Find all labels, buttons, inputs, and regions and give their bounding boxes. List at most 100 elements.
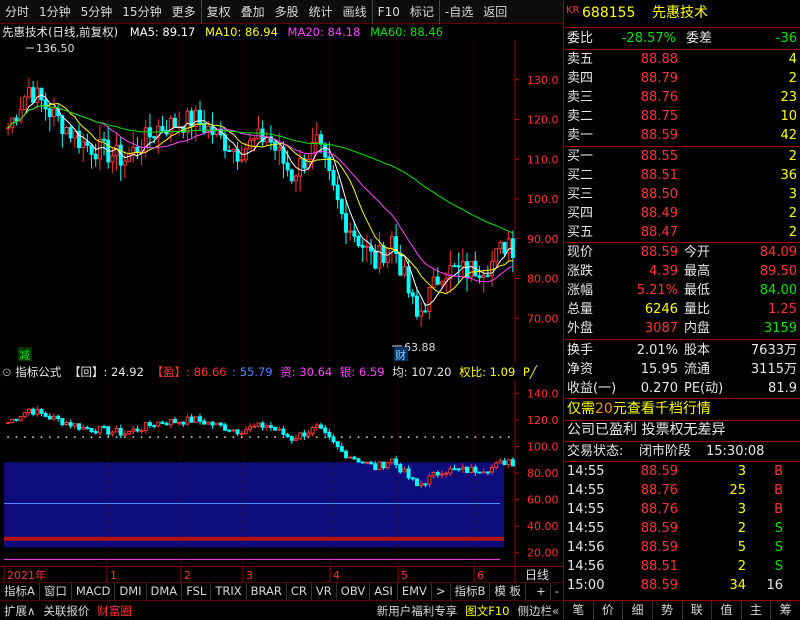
right-tab-2[interactable]: 细 xyxy=(623,601,653,620)
average-dot xyxy=(32,436,35,439)
bid-row[interactable]: 买二 88.51 36 xyxy=(564,166,800,185)
indicator-tab-13[interactable]: > xyxy=(432,583,451,600)
average-dot xyxy=(190,436,193,439)
right-tab-1[interactable]: 价 xyxy=(594,601,624,620)
average-dot xyxy=(466,436,468,439)
indicator-tab-10[interactable]: OBV xyxy=(337,583,371,600)
bid-row[interactable]: 买五 88.47 2 xyxy=(564,223,800,242)
toolbar-item-1[interactable]: 1分钟 xyxy=(34,0,76,24)
indicator-tab-7[interactable]: BRAR xyxy=(247,583,287,600)
collapse-icon[interactable]: ⊙ xyxy=(2,365,12,379)
bottom-right-link-1[interactable]: 图文F10 xyxy=(461,603,513,619)
ask-row[interactable]: 卖五 88.88 4 xyxy=(564,50,800,69)
toolbar-item-13[interactable]: 返回 xyxy=(478,0,512,24)
ind-candle-body xyxy=(331,436,336,443)
high-price-label: 136.50 xyxy=(36,42,75,55)
fundamental-label: 收益(一) xyxy=(567,381,617,396)
ind-candle-body xyxy=(156,421,161,427)
bottom-left-link-1[interactable]: 关联报价 xyxy=(39,603,93,619)
ask-row[interactable]: 卖三 88.76 23 xyxy=(564,88,800,107)
average-dot xyxy=(224,436,226,439)
candle-body xyxy=(273,141,278,151)
bid-row[interactable]: 买一 88.55 2 xyxy=(564,147,800,166)
candlestick-chart[interactable]: 130.0 120.0 110.0 100.0 90.00 80.00 70.00 136.5… xyxy=(0,40,563,362)
average-dot xyxy=(48,436,51,439)
stock-name: 先惠技术 xyxy=(652,5,708,21)
candle-body xyxy=(68,126,73,139)
ask-row[interactable]: 卖一 88.59 42 xyxy=(564,126,800,145)
indicator-tab-5[interactable]: FSL xyxy=(182,583,212,600)
candle-body xyxy=(89,144,94,155)
indicator-tab-16[interactable]: + xyxy=(532,583,551,600)
toolbar-item-9[interactable]: 画线 xyxy=(338,0,372,24)
indicator-tab-15[interactable]: 模 板 xyxy=(490,583,527,600)
toolbar-item-0[interactable]: 分时 xyxy=(0,0,34,24)
right-tab-7[interactable]: 筹 xyxy=(771,601,800,620)
bottom-right-link-2[interactable]: 侧边栏« xyxy=(513,603,563,619)
ind-candle-body xyxy=(348,456,353,459)
right-tab-3[interactable]: 势 xyxy=(653,601,683,620)
ind-candle-body xyxy=(198,416,202,422)
indicator-tab-8[interactable]: CR xyxy=(287,583,312,600)
indicator-chart[interactable]: 140.0 120.0 100.0 80.00 60.00 40.00 20.00 xyxy=(0,380,563,566)
bottom-left-link-2[interactable]: 财富圈 xyxy=(93,603,136,619)
ind-candle-body xyxy=(110,431,115,435)
jun-value: 均: 107.20 xyxy=(392,365,452,379)
trade-volume: 3 xyxy=(737,502,746,517)
average-dot xyxy=(449,436,452,439)
indicator-tab-17[interactable]: - xyxy=(551,583,564,600)
right-tab-0[interactable]: 笔 xyxy=(564,601,594,620)
toolbar-item-4[interactable]: 更多 xyxy=(167,0,201,24)
bid-row[interactable]: 买三 88.50 3 xyxy=(564,185,800,204)
average-dot xyxy=(57,436,60,439)
toolbar-item-12[interactable]: -自选 xyxy=(438,0,478,24)
indicator-tab-1[interactable]: 窗口 xyxy=(40,583,72,600)
indicator-name[interactable]: 指标公式 xyxy=(15,365,61,379)
toolbar-item-10[interactable]: F10 xyxy=(371,0,405,24)
indicator-tab-11[interactable]: ASI xyxy=(370,583,398,600)
average-dot xyxy=(416,436,418,439)
indicator-tab-3[interactable]: DMI xyxy=(115,583,147,600)
bottom-right-link-0[interactable]: 新用户福利专享 xyxy=(373,603,462,619)
quote-row: 外盘 3087 内盘 3159 xyxy=(564,319,800,338)
candle-body xyxy=(60,115,65,135)
toolbar-item-3[interactable]: 15分钟 xyxy=(117,0,166,24)
ind-candle-body xyxy=(369,461,374,465)
ind-candle-body xyxy=(72,423,77,427)
y-tick-label: 80.00 xyxy=(527,467,559,480)
toolbar-item-2[interactable]: 5分钟 xyxy=(76,0,118,24)
candle-body xyxy=(427,286,432,312)
indicator-tab-9[interactable]: VR xyxy=(312,583,337,600)
candle-body xyxy=(93,153,98,160)
toolbar-item-5[interactable]: 复权 xyxy=(200,0,236,24)
toolbar-item-7[interactable]: 多股 xyxy=(270,0,304,24)
ma60-line xyxy=(7,105,514,234)
right-tab-5[interactable]: 值 xyxy=(712,601,742,620)
quote-value: 1.25 xyxy=(768,302,797,317)
indicator-tab-14[interactable]: 指标B xyxy=(451,583,491,600)
right-tab-4[interactable]: 联 xyxy=(683,601,713,620)
toolbar-item-8[interactable]: 统计 xyxy=(304,0,338,24)
indicator-tab-12[interactable]: EMV xyxy=(398,583,432,600)
average-dot xyxy=(249,436,251,439)
ask-row[interactable]: 卖二 88.75 10 xyxy=(564,107,800,126)
toolbar-item-6[interactable]: 叠加 xyxy=(236,0,270,24)
ask-row[interactable]: 卖四 88.79 2 xyxy=(564,69,800,88)
indicator-tab-4[interactable]: DMA xyxy=(147,583,183,600)
trade-price: 88.76 xyxy=(640,502,678,517)
candle-body xyxy=(31,87,36,104)
average-dot xyxy=(349,436,352,439)
indicator-tab-2[interactable]: MACD xyxy=(72,583,116,600)
indicator-tab-6[interactable]: TRIX xyxy=(211,583,247,600)
candle-body xyxy=(64,126,69,135)
candle-body xyxy=(160,125,165,132)
bid-row[interactable]: 买四 88.49 2 xyxy=(564,204,800,223)
bottom-right-links: 新用户福利专享 图文F10 侧边栏« xyxy=(373,603,563,619)
promo-row[interactable]: 仅需20元查看千档行情 xyxy=(564,400,800,420)
bottom-left-link-0[interactable]: 扩展∧ xyxy=(0,603,39,619)
right-tab-6[interactable]: 主 xyxy=(742,601,772,620)
quote-value: 4.39 xyxy=(649,264,678,279)
promo-text[interactable]: 仅需20元查看千档行情 xyxy=(567,400,711,419)
indicator-tab-0[interactable]: 指标A xyxy=(0,583,40,600)
toolbar-item-11[interactable]: 标记 xyxy=(405,0,439,24)
